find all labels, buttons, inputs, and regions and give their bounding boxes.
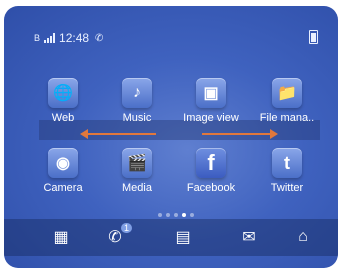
app-grid-icon: ▦	[53, 229, 69, 246]
messages-icon: ✉	[242, 229, 256, 246]
status-left: B 12:48 ✆	[34, 31, 103, 45]
app-facebook[interactable]: f Facebook	[176, 148, 246, 194]
contacts-button[interactable]: ▤	[170, 225, 196, 249]
signal-icon	[44, 33, 56, 43]
battery-icon	[309, 30, 318, 44]
app-label: Web	[51, 112, 75, 124]
folder-icon: 📁	[272, 78, 302, 108]
app-label: File mana..	[259, 112, 315, 124]
globe-icon: 🌐	[48, 78, 78, 108]
page-dot-active[interactable]	[182, 213, 186, 217]
app-media[interactable]: 🎬 Media	[102, 148, 172, 194]
arrow-left	[80, 129, 156, 139]
app-label: Twitter	[270, 182, 304, 194]
app-twitter[interactable]: t Twitter	[252, 148, 322, 194]
call-icon: ✆	[95, 32, 104, 44]
dock: ▦ ✆ 1 ▤ ✉ ⌂	[4, 219, 338, 256]
clock: 12:48	[59, 31, 90, 45]
app-music[interactable]: ♪ Music	[102, 78, 172, 124]
facebook-icon: f	[196, 148, 226, 178]
badge: 1	[120, 223, 132, 233]
network-type: B	[34, 33, 41, 43]
status-bar: B 12:48 ✆	[4, 6, 338, 45]
phone-button[interactable]: ✆ 1	[102, 223, 132, 249]
app-label: Media	[122, 182, 152, 194]
page-dot[interactable]	[174, 213, 178, 217]
home-screen: B 12:48 ✆ 🌐 Web ♪ Music ▣ Image view 📁 F…	[4, 6, 338, 268]
page-dot[interactable]	[166, 213, 170, 217]
app-file-manager[interactable]: 📁 File mana..	[252, 78, 322, 124]
home-icon: ⌂	[298, 228, 308, 245]
app-grid-button[interactable]: ▦	[48, 225, 74, 249]
messages-button[interactable]: ✉	[236, 225, 262, 249]
page-dot[interactable]	[190, 213, 194, 217]
app-web[interactable]: 🌐 Web	[28, 78, 98, 124]
page-dot[interactable]	[158, 213, 162, 217]
app-camera[interactable]: ◉ Camera	[28, 148, 98, 194]
image-view-icon: ▣	[196, 78, 226, 108]
camera-icon: ◉	[48, 148, 78, 178]
page-indicator	[158, 213, 194, 217]
app-label: Camera	[43, 182, 83, 194]
contacts-icon: ▤	[175, 229, 191, 246]
app-label: Music	[122, 112, 152, 124]
media-icon: 🎬	[122, 148, 152, 178]
music-icon: ♪	[122, 78, 152, 108]
twitter-icon: t	[272, 148, 302, 178]
phone-icon: ✆	[108, 229, 122, 246]
app-label: Facebook	[186, 182, 236, 194]
home-button[interactable]: ⌂	[290, 225, 316, 249]
app-image-view[interactable]: ▣ Image view	[176, 78, 246, 124]
app-label: Image view	[183, 112, 239, 124]
arrow-right	[202, 129, 278, 139]
